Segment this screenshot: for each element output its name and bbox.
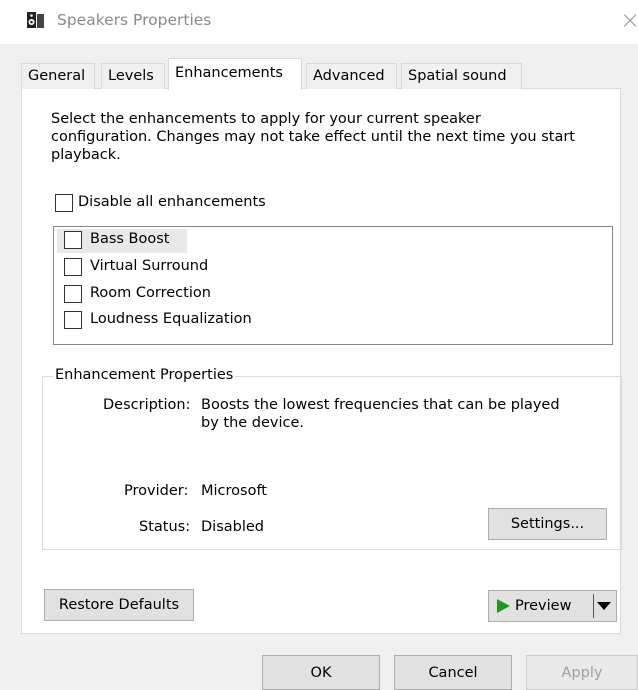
ok-button[interactable]: OK xyxy=(262,655,380,690)
description-value-line-1: Boosts the lowest frequencies that can b… xyxy=(201,397,560,413)
apply-button[interactable]: Apply xyxy=(526,655,638,690)
play-icon xyxy=(497,599,510,613)
intro-text: Select the enhancements to apply for you… xyxy=(51,110,621,164)
status-label: Status: xyxy=(139,519,191,535)
virtual-surround-label[interactable]: Virtual Surround xyxy=(90,258,208,274)
room-correction-checkbox[interactable] xyxy=(64,285,82,303)
bass-boost-label[interactable]: Bass Boost xyxy=(90,231,169,247)
group-title: Enhancement Properties xyxy=(53,367,236,383)
virtual-surround-checkbox[interactable] xyxy=(64,258,82,276)
preview-button[interactable]: Preview xyxy=(488,590,617,622)
speaker-icon xyxy=(27,12,44,28)
split-divider xyxy=(593,594,594,618)
preview-label: Preview xyxy=(515,598,572,614)
tab-general[interactable]: General xyxy=(21,63,95,89)
settings-button[interactable]: Settings... xyxy=(488,508,607,540)
loudness-equalization-checkbox[interactable] xyxy=(64,311,82,329)
intro-line-2: configuration. Changes may not take effe… xyxy=(51,129,575,145)
tab-spatial-sound[interactable]: Spatial sound xyxy=(401,63,522,89)
tab-content-panel xyxy=(21,88,621,634)
description-label: Description: xyxy=(103,397,191,413)
tab-enhancements[interactable]: Enhancements xyxy=(168,58,302,90)
intro-line-1: Select the enhancements to apply for you… xyxy=(51,111,481,127)
disable-all-checkbox[interactable] xyxy=(55,194,73,212)
title-bar: Speakers Properties × xyxy=(0,0,638,44)
dropdown-arrow-icon[interactable] xyxy=(597,601,611,611)
provider-label: Provider: xyxy=(124,483,189,499)
description-value-line-2: by the device. xyxy=(201,415,305,431)
status-value: Disabled xyxy=(201,519,264,535)
provider-value: Microsoft xyxy=(201,483,267,499)
intro-line-3: playback. xyxy=(51,147,121,163)
restore-defaults-button[interactable]: Restore Defaults xyxy=(44,589,194,621)
cancel-button[interactable]: Cancel xyxy=(394,655,512,690)
tab-advanced[interactable]: Advanced xyxy=(306,63,397,89)
window-title: Speakers Properties xyxy=(57,11,212,29)
loudness-equalization-label[interactable]: Loudness Equalization xyxy=(90,311,252,327)
room-correction-label[interactable]: Room Correction xyxy=(90,285,211,301)
disable-all-label[interactable]: Disable all enhancements xyxy=(78,194,266,210)
bass-boost-checkbox[interactable] xyxy=(64,231,82,249)
close-icon[interactable]: × xyxy=(620,8,638,32)
tab-levels[interactable]: Levels xyxy=(101,63,165,89)
